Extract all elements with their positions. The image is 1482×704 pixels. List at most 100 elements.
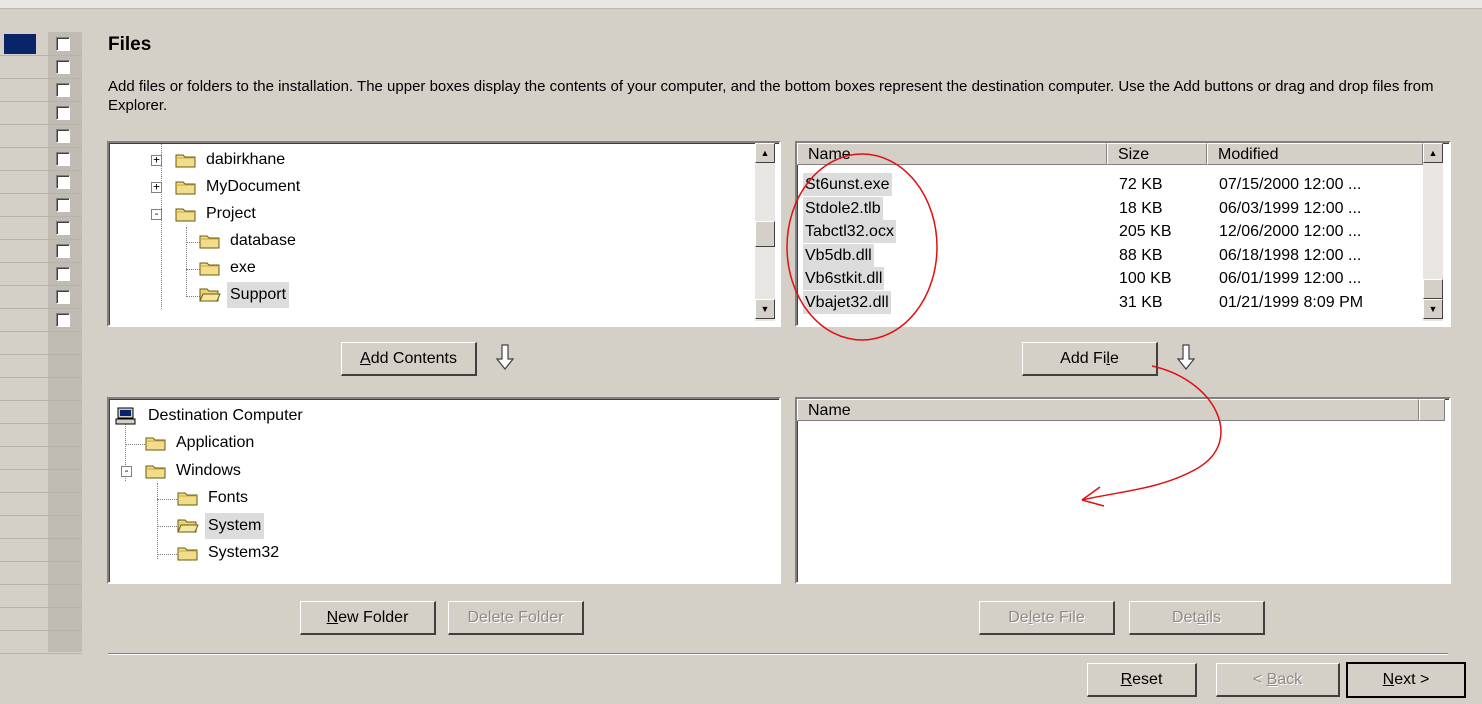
tree-item-label: dabirkhane [206,151,286,168]
add-file-button[interactable]: Add File [1022,342,1158,376]
step-checkbox[interactable] [56,313,70,327]
tree-item-label: System32 [208,544,280,561]
tree-item-label: System [205,512,265,539]
file-modified: 07/15/2000 12:00 ... [1219,176,1362,193]
expand-icon[interactable]: + [151,154,162,166]
step-row[interactable] [0,124,82,148]
column-header-blank [1419,399,1445,421]
down-arrow-icon [496,344,514,370]
source-file-list[interactable]: Name Size Modified St6unst.exe 72 KB 07/15… [795,141,1451,327]
folder-icon [199,262,220,276]
step-checkbox[interactable] [56,129,70,143]
source-folder-tree[interactable]: + dabirkhane + MyDocument - Project database ex… [107,141,781,327]
tree-item-label: Support [227,282,290,308]
folder-icon [145,437,166,451]
step-checkbox[interactable] [56,198,70,212]
step-row[interactable] [0,147,82,171]
file-size: 100 KB [1119,270,1172,288]
step-checkbox[interactable] [56,221,70,235]
step-row [0,446,82,470]
step-row [0,630,82,654]
file-modified: 06/03/1999 12:00 ... [1219,199,1362,217]
tree-line [161,143,162,309]
file-row[interactable]: Stdole2.tlb 18 KB 06/03/1999 12:00 ... [797,196,1417,220]
delete-folder-button[interactable]: Delete Folder [448,601,584,635]
step-checkbox[interactable] [56,37,70,51]
back-label: < Back [1252,671,1303,688]
scroll-thumb[interactable] [1423,279,1443,299]
step-row [0,354,82,378]
scroll-thumb[interactable] [755,221,775,247]
step-row [0,400,82,424]
collapse-icon[interactable]: - [151,208,162,220]
column-header-size[interactable]: Size [1107,143,1207,165]
column-header-name[interactable]: Name [797,399,1419,421]
step-row[interactable] [0,55,82,79]
tree-line [157,554,177,555]
step-checkbox[interactable] [56,152,70,166]
step-checkbox[interactable] [56,267,70,281]
step-row[interactable] [0,216,82,240]
step-row[interactable] [0,262,82,286]
file-name: Vb5db.dll [803,243,874,267]
file-row[interactable]: St6unst.exe 72 KB 07/15/2000 12:00 ... [797,173,1417,196]
step-row[interactable] [0,101,82,125]
top-strip [0,0,1482,9]
step-checkbox[interactable] [56,290,70,304]
step-row [0,538,82,562]
file-modified: 06/01/1999 12:00 ... [1219,270,1362,288]
step-row[interactable] [0,78,82,102]
step-row [0,515,82,539]
add-contents-label: Add Contents [360,350,457,367]
next-button[interactable]: Next > [1346,662,1466,698]
step-checkbox[interactable] [56,106,70,120]
step-row[interactable] [0,239,82,263]
step-checkbox[interactable] [56,60,70,74]
file-modified: 01/21/1999 8:09 PM [1219,294,1364,311]
destination-file-list[interactable]: Name [795,397,1451,584]
step-row[interactable] [0,170,82,194]
tree-item-label: Fonts [208,489,249,506]
step-checkbox[interactable] [56,175,70,189]
source-tree-scrollbar[interactable]: ▲ ▼ [755,143,775,321]
file-row[interactable]: Tabctl32.ocx 205 KB 12/06/2000 12:00 ... [797,220,1417,244]
scroll-down-icon[interactable]: ▼ [1423,299,1443,319]
tree-item-label: exe [230,259,256,276]
file-row[interactable]: Vb5db.dll 88 KB 06/18/1998 12:00 ... [797,243,1417,267]
step-row [0,492,82,516]
file-name: Vb6stkit.dll [803,267,885,291]
destination-folder-tree[interactable]: Destination Computer Application - Windows… [107,397,781,584]
file-row[interactable]: Vb6stkit.dll 100 KB 06/01/1999 12:00 ... [797,267,1417,291]
scroll-down-icon[interactable]: ▼ [755,299,775,319]
expand-icon[interactable]: + [151,181,162,193]
file-size: 88 KB [1119,246,1163,264]
file-row[interactable]: Vbajet32.dll 31 KB 01/21/1999 8:09 PM [797,291,1417,314]
step-checkbox[interactable] [56,83,70,97]
tree-line [157,526,177,527]
step-row [0,331,82,355]
file-modified: 06/18/1998 12:00 ... [1219,246,1362,264]
step-row[interactable] [0,285,82,309]
scroll-up-icon[interactable]: ▲ [755,143,775,163]
file-list-scrollbar[interactable]: ▲ ▼ [1423,143,1443,321]
back-button[interactable]: < Back [1216,663,1340,697]
step-checkbox[interactable] [56,244,70,258]
column-header-modified[interactable]: Modified [1207,143,1423,165]
delete-file-button[interactable]: Delete File [979,601,1115,635]
scroll-up-icon[interactable]: ▲ [1423,143,1443,163]
step-row[interactable] [0,32,82,56]
tree-line [157,499,177,500]
collapse-icon[interactable]: - [121,465,132,477]
file-modified: 12/06/2000 12:00 ... [1219,223,1362,241]
new-folder-button[interactable]: New Folder [300,601,436,635]
open-folder-icon [177,519,199,532]
folder-icon [145,465,166,478]
step-row [0,584,82,608]
add-contents-button[interactable]: Add Contents [341,342,477,376]
step-row[interactable] [0,193,82,217]
reset-button[interactable]: Reset [1087,663,1197,697]
column-header-name[interactable]: Name [797,143,1107,165]
details-button[interactable]: Details [1129,601,1265,635]
step-row[interactable] [0,308,82,332]
folder-icon [177,492,198,506]
